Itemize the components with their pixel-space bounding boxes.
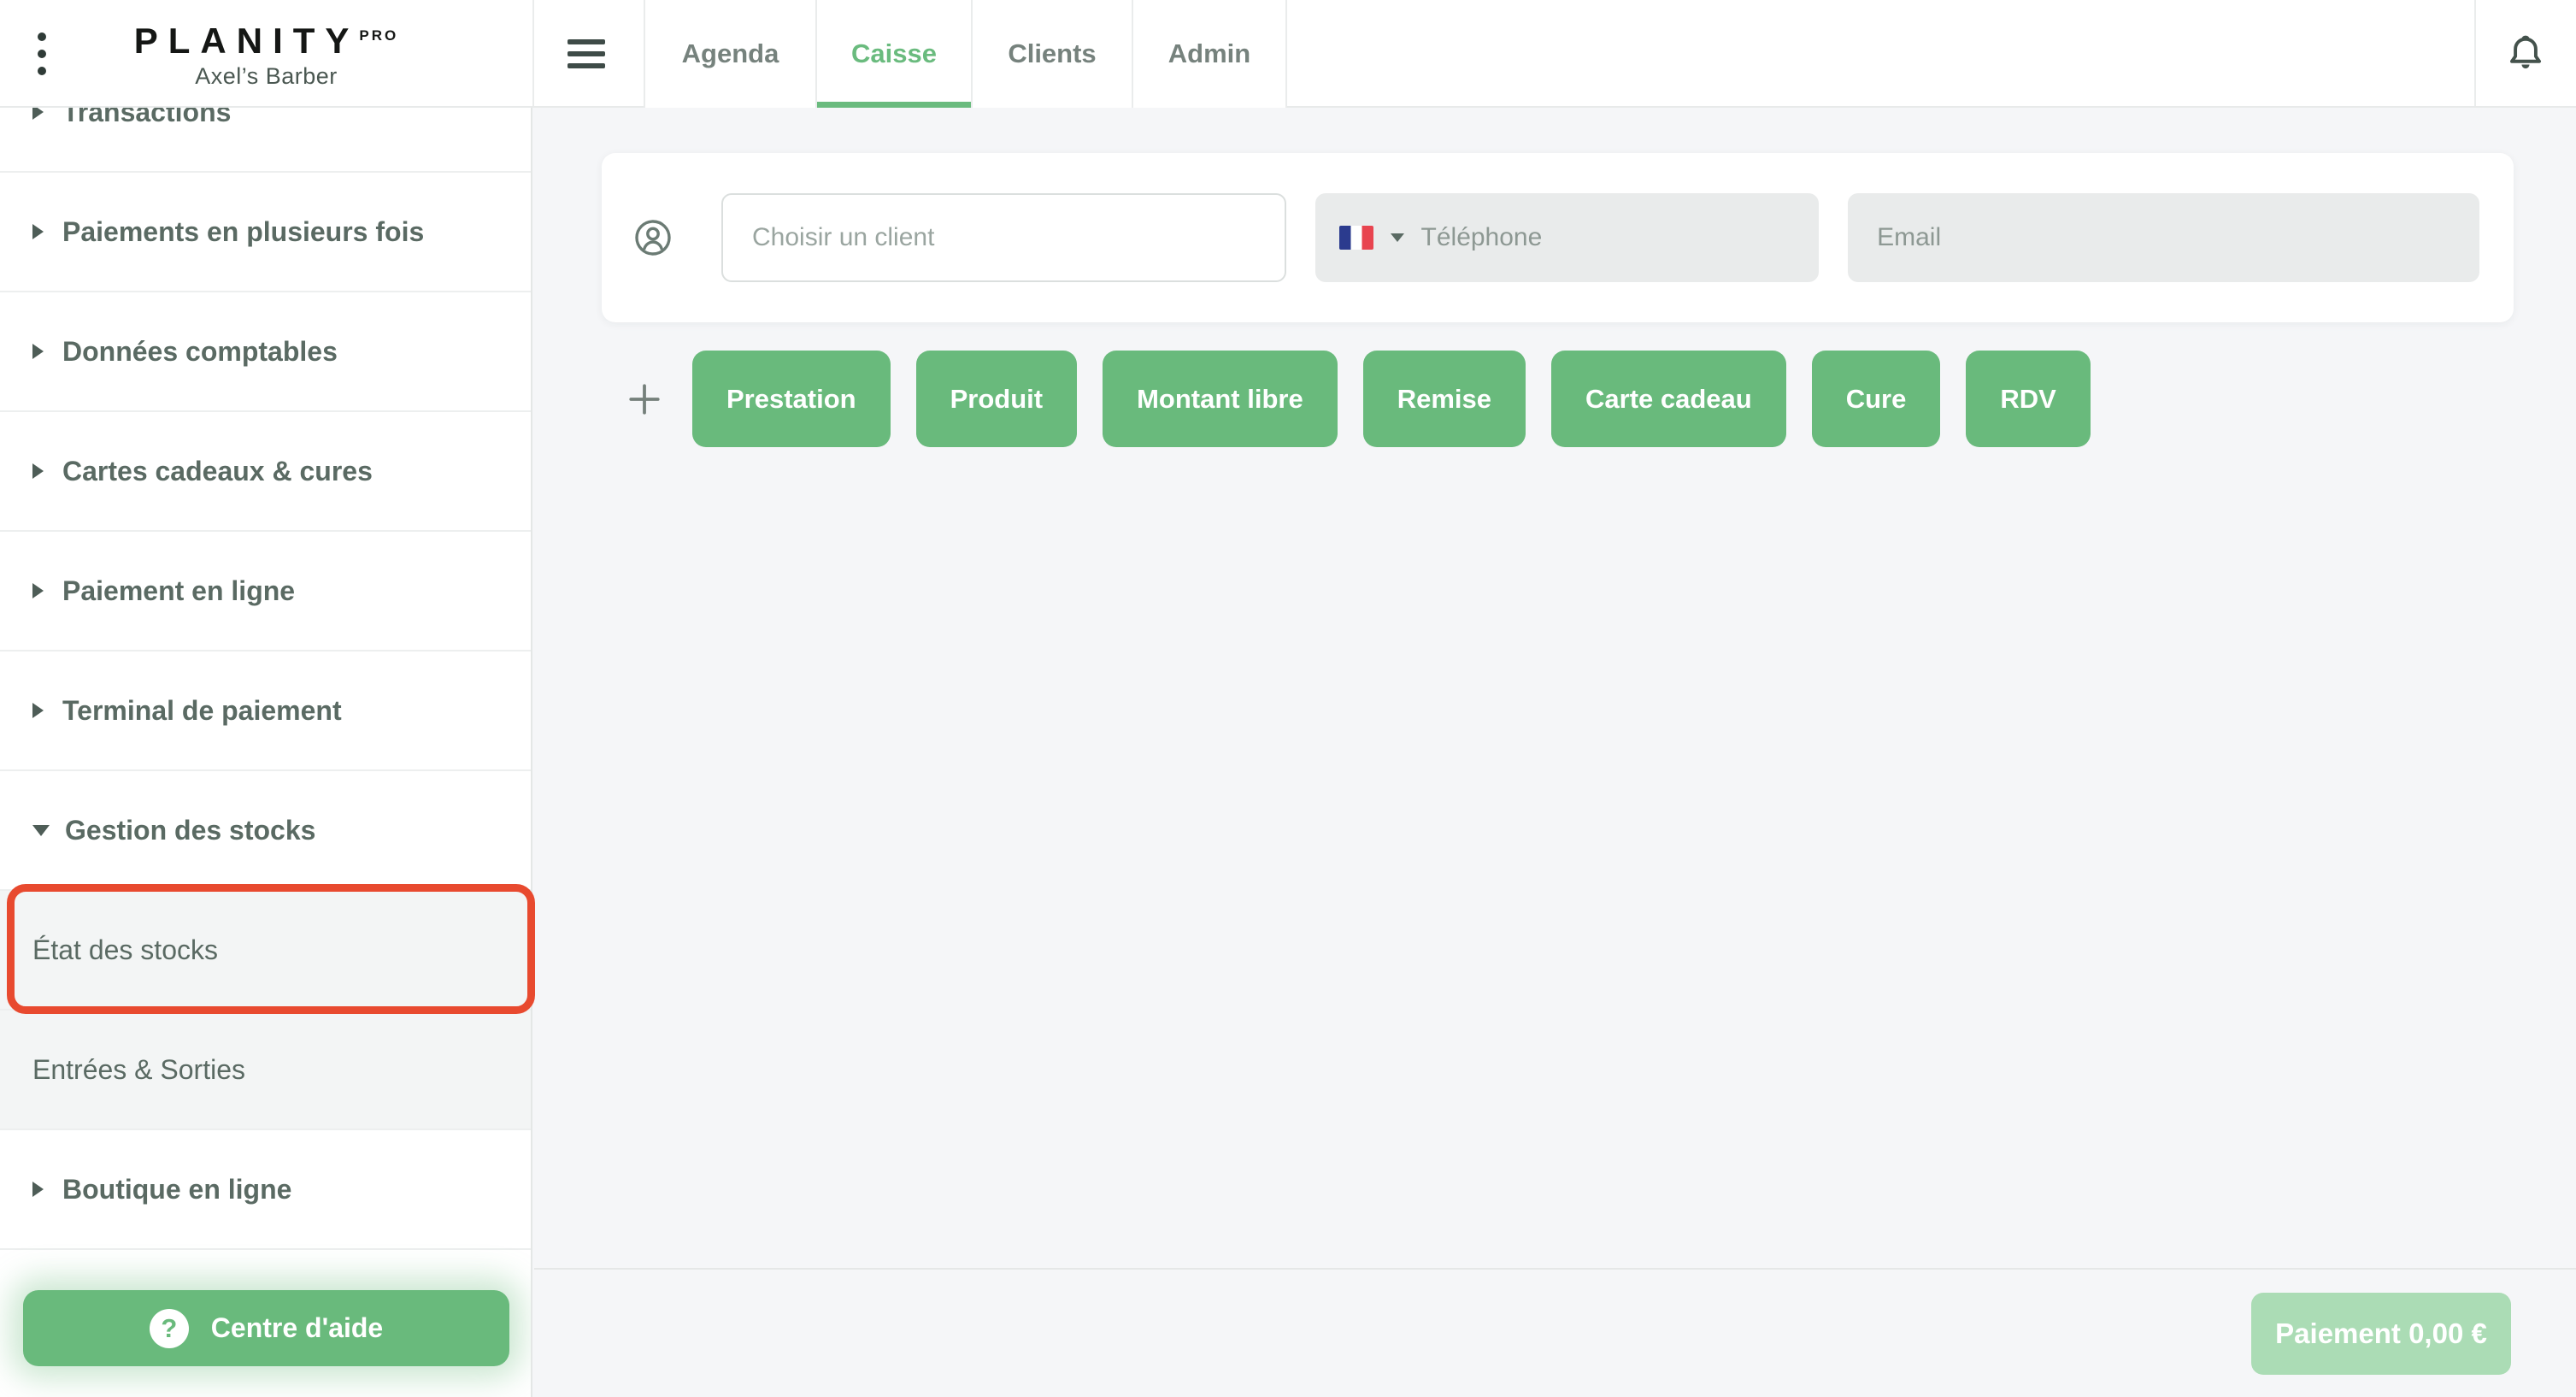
notifications-button[interactable] [2474, 0, 2576, 106]
sidebar-item-label: Données comptables [62, 336, 338, 368]
question-circle-icon: ? [150, 1309, 189, 1348]
sidebar-item-label: Paiement en ligne [62, 575, 295, 607]
chevron-right-icon [32, 108, 44, 120]
chevron-right-icon [32, 583, 44, 598]
caisse-main-area: Prestation Produit Montant libre Remise … [534, 108, 2576, 1397]
sidebar-item-entrees-sorties[interactable]: Entrées & Sorties [0, 1011, 531, 1130]
user-circle-icon [632, 217, 673, 258]
france-flag-icon[interactable] [1339, 226, 1373, 250]
tab-caisse-label: Caisse [851, 38, 937, 69]
cure-button[interactable]: Cure [1812, 351, 1941, 447]
chevron-down-icon [32, 825, 50, 836]
tab-admin[interactable]: Admin [1132, 0, 1287, 108]
chevron-right-icon [32, 224, 44, 239]
client-search-input[interactable] [721, 193, 1286, 282]
sidebar-item-label: État des stocks [32, 934, 218, 966]
sidebar-item-label: Paiements en plusieurs fois [62, 216, 424, 248]
sidebar-item-label: Boutique en ligne [62, 1174, 291, 1205]
sidebar-item-paiements-plusieurs-fois[interactable]: Paiements en plusieurs fois [0, 173, 531, 292]
sidebar-item-label: Gestion des stocks [65, 815, 315, 846]
phone-field [1315, 193, 1820, 282]
payment-footer: Paiement 0,00 € [534, 1268, 2576, 1397]
chevron-right-icon [32, 1182, 44, 1197]
tab-clients-label: Clients [1008, 38, 1096, 69]
sidebar-item-label: Transactions [62, 108, 231, 128]
tab-admin-label: Admin [1168, 38, 1250, 69]
produit-button[interactable]: Produit [916, 351, 1078, 447]
montant-libre-button[interactable]: Montant libre [1103, 351, 1338, 447]
sidebar-item-paiement-en-ligne[interactable]: Paiement en ligne [0, 532, 531, 651]
tab-caisse[interactable]: Caisse [815, 0, 971, 108]
sidebar-item-label: Entrées & Sorties [32, 1054, 245, 1086]
rdv-button[interactable]: RDV [1966, 351, 2090, 447]
tab-agenda-label: Agenda [682, 38, 779, 69]
salon-name: Axel’s Barber [0, 62, 532, 91]
top-header: PLANITYPRO Axel’s Barber Agenda Caisse C… [0, 0, 2576, 108]
payment-button[interactable]: Paiement 0,00 € [2251, 1293, 2511, 1375]
chevron-right-icon [32, 344, 44, 359]
main-nav-tabs: Agenda Caisse Clients Admin [644, 0, 1287, 108]
brand-pro-badge: PRO [359, 27, 398, 44]
tab-agenda[interactable]: Agenda [644, 0, 815, 108]
sidebar-item-donnees-comptables[interactable]: Données comptables [0, 292, 531, 412]
header-divider-left [532, 0, 534, 106]
planity-pro-app: PLANITYPRO Axel’s Barber Agenda Caisse C… [0, 0, 2576, 1397]
sidebar-item-boutique-en-ligne[interactable]: Boutique en ligne [0, 1130, 531, 1250]
chevron-right-icon [32, 463, 44, 479]
hamburger-menu-icon[interactable] [568, 39, 605, 68]
sale-actions-row: Prestation Produit Montant libre Remise … [626, 351, 2116, 447]
sidebar-item-terminal-de-paiement[interactable]: Terminal de paiement [0, 651, 531, 771]
brand-name: PLANITYPRO [0, 15, 532, 62]
caret-down-icon[interactable] [1391, 233, 1404, 242]
prestation-button[interactable]: Prestation [692, 351, 891, 447]
phone-input[interactable] [1421, 223, 1796, 252]
settings-sidebar: Transactions Paiements en plusieurs fois… [0, 108, 532, 1397]
remise-button[interactable]: Remise [1363, 351, 1526, 447]
client-selection-card [602, 153, 2514, 322]
sidebar-item-transactions[interactable]: Transactions [0, 108, 531, 173]
tab-clients[interactable]: Clients [971, 0, 1132, 108]
sidebar-item-etat-des-stocks[interactable]: État des stocks [0, 891, 531, 1011]
sidebar-item-label: Cartes cadeaux & cures [62, 456, 373, 487]
bell-icon [2503, 31, 2548, 75]
help-center-label: Centre d'aide [211, 1312, 383, 1344]
email-input[interactable] [1848, 193, 2479, 282]
sidebar-item-gestion-des-stocks[interactable]: Gestion des stocks [0, 771, 531, 891]
carte-cadeau-button[interactable]: Carte cadeau [1551, 351, 1786, 447]
plus-icon[interactable] [626, 381, 662, 417]
sidebar-item-label: Terminal de paiement [62, 695, 342, 727]
chevron-right-icon [32, 703, 44, 718]
brand-logo: PLANITYPRO Axel’s Barber [0, 15, 532, 91]
sidebar-item-cartes-cadeaux-cures[interactable]: Cartes cadeaux & cures [0, 412, 531, 532]
brand-text: PLANITY [134, 21, 360, 61]
help-center-button[interactable]: ? Centre d'aide [23, 1290, 509, 1366]
